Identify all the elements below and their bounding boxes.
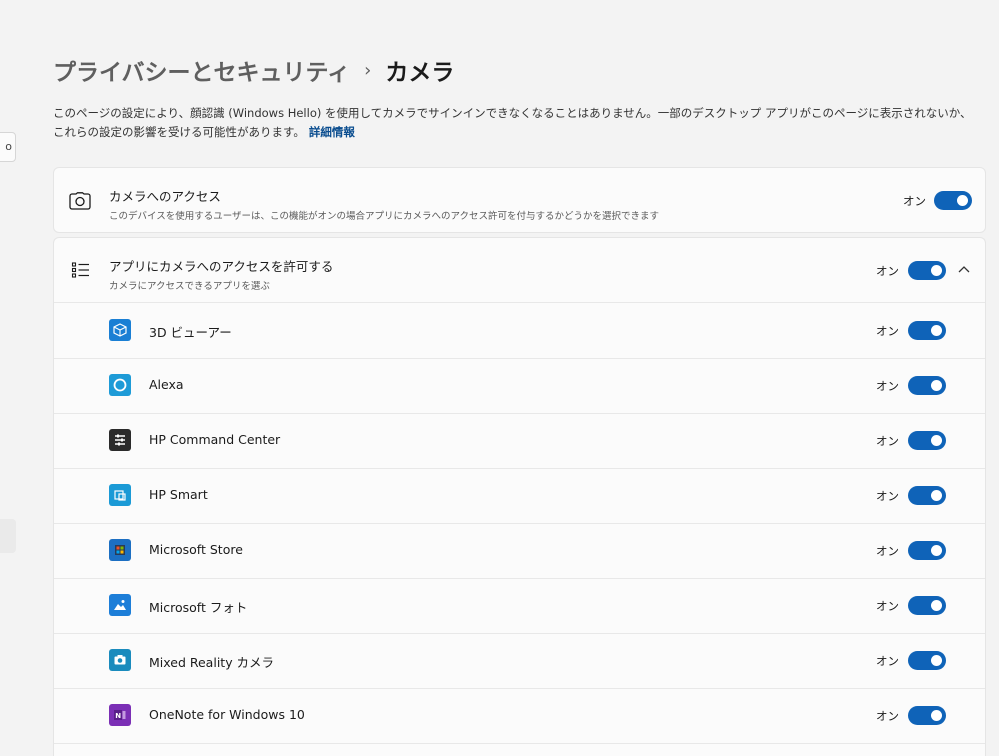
breadcrumb: プライバシーとセキュリティ › カメラ (53, 52, 454, 88)
onenote-icon: N (109, 704, 131, 726)
app-access-state: オン (876, 264, 899, 278)
app-name: 3D ビューアー (149, 325, 232, 340)
app-row: HP Smart オン (54, 469, 985, 524)
app-state: オン (876, 599, 899, 613)
camera-icon (68, 190, 92, 212)
app-toggle-hp-smart[interactable] (908, 486, 946, 505)
app-row: Alexa オン (54, 359, 985, 414)
list-icon (70, 260, 92, 280)
app-name: Microsoft Store (149, 542, 243, 557)
app-name: HP Smart (149, 487, 208, 502)
app-row: N OneNote for Windows 10 オン (54, 689, 985, 744)
app-state: オン (876, 434, 899, 448)
app-toggle-hp-command-center[interactable] (908, 431, 946, 450)
app-toggle-3d-viewer[interactable] (908, 321, 946, 340)
app-name: Mixed Reality カメラ (149, 655, 275, 670)
app-state: オン (876, 709, 899, 723)
app-access-subtitle: カメラにアクセスできるアプリを選ぶ (109, 281, 270, 292)
description-text: このページの設定により、顔認識 (Windows Hello) を使用してカメラ… (53, 106, 972, 139)
app-state: オン (876, 489, 899, 503)
app-row: Microsoft フォト オン (54, 579, 985, 634)
app-access-toggle[interactable] (908, 261, 946, 280)
chevron-up-icon[interactable] (957, 263, 971, 275)
app-camera-access-card: アプリにカメラへのアクセスを許可する カメラにアクセスできるアプリを選ぶ オン … (53, 237, 986, 756)
hp-command-center-icon (109, 429, 131, 451)
app-toggle-onenote[interactable] (908, 706, 946, 725)
divider (54, 743, 985, 744)
camera-access-toggle[interactable] (934, 191, 972, 210)
3d-viewer-icon (109, 319, 131, 341)
app-access-title: アプリにカメラへのアクセスを許可する (109, 259, 334, 274)
app-toggle-mixed-reality-camera[interactable] (908, 651, 946, 670)
learn-more-link[interactable]: 詳細情報 (309, 125, 355, 139)
microsoft-store-icon (109, 539, 131, 561)
app-name: Alexa (149, 377, 184, 392)
breadcrumb-parent-link[interactable]: プライバシーとセキュリティ (53, 53, 350, 87)
photos-icon (109, 594, 131, 616)
chevron-right-icon: › (364, 59, 372, 81)
page-title: カメラ (385, 60, 455, 86)
app-name: OneNote for Windows 10 (149, 707, 305, 722)
app-name: HP Command Center (149, 432, 281, 447)
svg-text:N: N (115, 712, 121, 720)
alexa-icon (109, 374, 131, 396)
left-nav-selected-fragment[interactable] (0, 519, 16, 553)
camera-access-state: オン (903, 194, 926, 208)
app-state: オン (876, 544, 899, 558)
app-access-header[interactable]: アプリにカメラへのアクセスを許可する カメラにアクセスできるアプリを選ぶ オン (54, 238, 985, 302)
app-state: オン (876, 654, 899, 668)
page-description: このページの設定により、顔認識 (Windows Hello) を使用してカメラ… (53, 104, 979, 142)
camera-access-card: カメラへのアクセス このデバイスを使用するユーザーは、この機能がオンの場合アプリ… (53, 167, 986, 233)
app-row: HP Command Center オン (54, 414, 985, 469)
hp-smart-icon (109, 484, 131, 506)
left-nav-fragment[interactable]: o (0, 132, 16, 162)
camera-access-subtitle: このデバイスを使用するユーザーは、この機能がオンの場合アプリにカメラへのアクセス… (109, 211, 660, 222)
app-state: オン (876, 379, 899, 393)
app-row: 3D ビューアー オン (54, 303, 985, 358)
app-toggle-alexa[interactable] (908, 376, 946, 395)
mixed-reality-camera-icon (109, 649, 131, 671)
app-toggle-photos[interactable] (908, 596, 946, 615)
app-state: オン (876, 324, 899, 338)
app-name: Microsoft フォト (149, 600, 248, 615)
app-toggle-microsoft-store[interactable] (908, 541, 946, 560)
app-row: Microsoft Store オン (54, 524, 985, 579)
app-row: Mixed Reality カメラ オン (54, 634, 985, 689)
camera-access-title: カメラへのアクセス (109, 189, 221, 204)
